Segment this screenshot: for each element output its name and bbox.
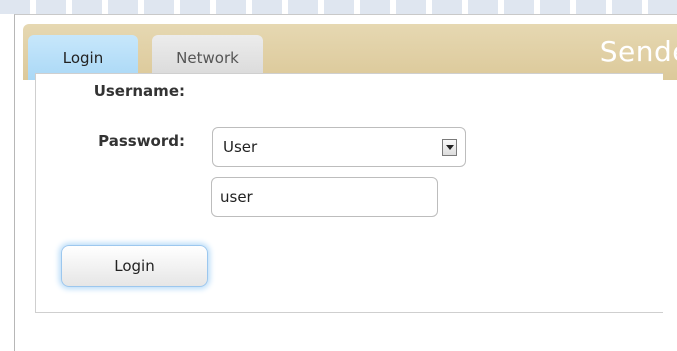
login-button-label: Login — [114, 257, 155, 275]
tab-login-label: Login — [62, 48, 104, 67]
tab-bar: Login Network Sende — [23, 24, 677, 80]
brand-title: Sende — [599, 35, 677, 68]
username-select[interactable]: User — [212, 127, 466, 167]
login-button[interactable]: Login — [61, 245, 208, 287]
username-label: Username: — [93, 82, 185, 100]
top-border-strip — [0, 0, 677, 14]
username-selected-value: User — [223, 138, 258, 156]
password-field[interactable] — [211, 177, 438, 217]
dropdown-arrow-icon[interactable] — [442, 139, 457, 156]
tab-network-label: Network — [176, 48, 239, 67]
password-label: Password: — [98, 132, 185, 150]
